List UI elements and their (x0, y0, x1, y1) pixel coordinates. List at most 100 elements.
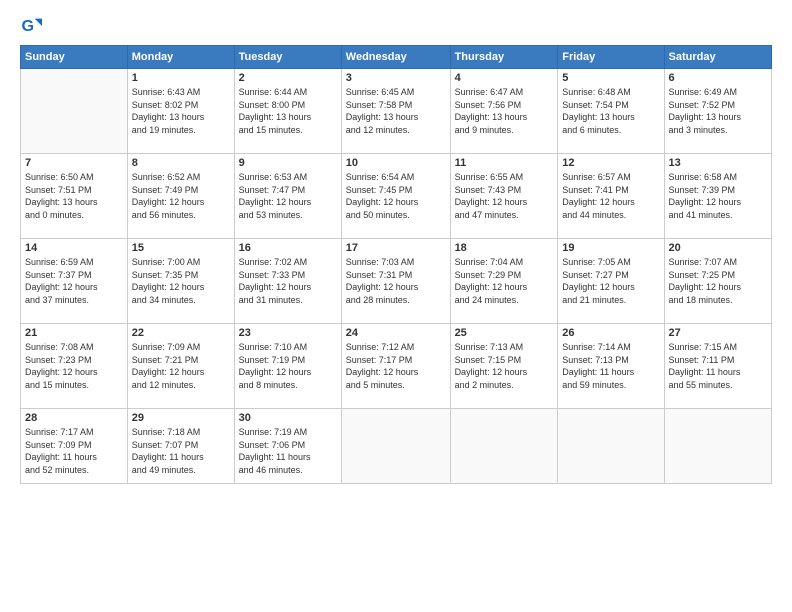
day-number: 3 (346, 72, 446, 84)
col-header-wednesday: Wednesday (341, 46, 450, 69)
day-number: 29 (132, 412, 230, 424)
day-info: Sunrise: 7:15 AM Sunset: 7:11 PM Dayligh… (669, 341, 767, 391)
day-number: 24 (346, 327, 446, 339)
day-cell: 22 Sunrise: 7:09 AM Sunset: 7:21 PM Dayli… (127, 324, 234, 409)
day-number: 6 (669, 72, 767, 84)
day-info: Sunrise: 6:49 AM Sunset: 7:52 PM Dayligh… (669, 86, 767, 136)
day-number: 8 (132, 157, 230, 169)
day-info: Sunrise: 6:52 AM Sunset: 7:49 PM Dayligh… (132, 171, 230, 221)
day-info: Sunrise: 7:13 AM Sunset: 7:15 PM Dayligh… (455, 341, 554, 391)
week-row-3: 14Sunrise: 6:59 AM Sunset: 7:37 PM Dayli… (21, 239, 772, 324)
day-info: Sunrise: 6:44 AM Sunset: 8:00 PM Dayligh… (239, 86, 337, 136)
day-number: 26 (562, 327, 659, 339)
day-number: 14 (25, 242, 123, 254)
week-row-1: 1 Sunrise: 6:43 AM Sunset: 8:02 PM Daylig… (21, 69, 772, 154)
day-number: 9 (239, 157, 337, 169)
day-cell (341, 409, 450, 484)
day-number: 21 (25, 327, 123, 339)
day-info: Sunrise: 6:50 AM Sunset: 7:51 PM Dayligh… (25, 171, 123, 221)
day-number: 17 (346, 242, 446, 254)
week-row-5: 28 Sunrise: 7:17 AM Sunset: 7:09 PM Dayli… (21, 409, 772, 484)
week-row-2: 7 Sunrise: 6:50 AM Sunset: 7:51 PM Daylig… (21, 154, 772, 239)
day-info: Sunrise: 7:17 AM Sunset: 7:09 PM Dayligh… (25, 426, 123, 476)
day-cell: 21 Sunrise: 7:08 AM Sunset: 7:23 PM Dayli… (21, 324, 128, 409)
day-number: 20 (669, 242, 767, 254)
calendar-header-row: SundayMondayTuesdayWednesdayThursdayFrid… (21, 46, 772, 69)
day-cell: 10 Sunrise: 6:54 AM Sunset: 7:45 PM Dayli… (341, 154, 450, 239)
day-cell: 28 Sunrise: 7:17 AM Sunset: 7:09 PM Dayli… (21, 409, 128, 484)
day-info: Sunrise: 6:48 AM Sunset: 7:54 PM Dayligh… (562, 86, 659, 136)
day-info: Sunrise: 6:57 AM Sunset: 7:41 PM Dayligh… (562, 171, 659, 221)
day-cell: 30 Sunrise: 7:19 AM Sunset: 7:06 PM Dayli… (234, 409, 341, 484)
day-info: Sunrise: 6:43 AM Sunset: 8:02 PM Dayligh… (132, 86, 230, 136)
day-number: 22 (132, 327, 230, 339)
day-info: Sunrise: 7:05 AM Sunset: 7:27 PM Dayligh… (562, 256, 659, 306)
day-cell: 3 Sunrise: 6:45 AM Sunset: 7:58 PM Daylig… (341, 69, 450, 154)
day-info: Sunrise: 7:09 AM Sunset: 7:21 PM Dayligh… (132, 341, 230, 391)
week-row-4: 21 Sunrise: 7:08 AM Sunset: 7:23 PM Dayli… (21, 324, 772, 409)
day-cell: 5 Sunrise: 6:48 AM Sunset: 7:54 PM Daylig… (558, 69, 664, 154)
day-info: Sunrise: 6:53 AM Sunset: 7:47 PM Dayligh… (239, 171, 337, 221)
day-number: 15 (132, 242, 230, 254)
calendar-page: G SundayMondayTuesdayWednesdayThursdayFr… (0, 0, 792, 612)
day-info: Sunrise: 7:12 AM Sunset: 7:17 PM Dayligh… (346, 341, 446, 391)
day-number: 25 (455, 327, 554, 339)
col-header-tuesday: Tuesday (234, 46, 341, 69)
day-info: Sunrise: 7:08 AM Sunset: 7:23 PM Dayligh… (25, 341, 123, 391)
day-info: Sunrise: 6:58 AM Sunset: 7:39 PM Dayligh… (669, 171, 767, 221)
logo-icon: G (20, 15, 42, 37)
col-header-sunday: Sunday (21, 46, 128, 69)
day-info: Sunrise: 6:55 AM Sunset: 7:43 PM Dayligh… (455, 171, 554, 221)
day-info: Sunrise: 7:14 AM Sunset: 7:13 PM Dayligh… (562, 341, 659, 391)
day-info: Sunrise: 6:54 AM Sunset: 7:45 PM Dayligh… (346, 171, 446, 221)
day-number: 30 (239, 412, 337, 424)
day-cell: 11Sunrise: 6:55 AM Sunset: 7:43 PM Dayli… (450, 154, 558, 239)
day-number: 13 (669, 157, 767, 169)
day-info: Sunrise: 7:19 AM Sunset: 7:06 PM Dayligh… (239, 426, 337, 476)
day-number: 7 (25, 157, 123, 169)
day-number: 28 (25, 412, 123, 424)
day-cell: 2 Sunrise: 6:44 AM Sunset: 8:00 PM Daylig… (234, 69, 341, 154)
day-number: 19 (562, 242, 659, 254)
day-cell: 1 Sunrise: 6:43 AM Sunset: 8:02 PM Daylig… (127, 69, 234, 154)
day-cell: 29 Sunrise: 7:18 AM Sunset: 7:07 PM Dayli… (127, 409, 234, 484)
col-header-thursday: Thursday (450, 46, 558, 69)
col-header-friday: Friday (558, 46, 664, 69)
svg-text:G: G (21, 17, 34, 35)
day-cell: 7 Sunrise: 6:50 AM Sunset: 7:51 PM Daylig… (21, 154, 128, 239)
day-cell: 17 Sunrise: 7:03 AM Sunset: 7:31 PM Dayli… (341, 239, 450, 324)
day-cell (664, 409, 771, 484)
day-cell: 16Sunrise: 7:02 AM Sunset: 7:33 PM Dayli… (234, 239, 341, 324)
col-header-monday: Monday (127, 46, 234, 69)
day-cell: 25 Sunrise: 7:13 AM Sunset: 7:15 PM Dayli… (450, 324, 558, 409)
day-info: Sunrise: 6:45 AM Sunset: 7:58 PM Dayligh… (346, 86, 446, 136)
header: G (20, 15, 772, 37)
day-cell (558, 409, 664, 484)
day-info: Sunrise: 7:10 AM Sunset: 7:19 PM Dayligh… (239, 341, 337, 391)
day-number: 5 (562, 72, 659, 84)
day-cell: 26 Sunrise: 7:14 AM Sunset: 7:13 PM Dayli… (558, 324, 664, 409)
day-cell: 24 Sunrise: 7:12 AM Sunset: 7:17 PM Dayli… (341, 324, 450, 409)
day-cell: 14Sunrise: 6:59 AM Sunset: 7:37 PM Dayli… (21, 239, 128, 324)
day-cell: 8 Sunrise: 6:52 AM Sunset: 7:49 PM Daylig… (127, 154, 234, 239)
day-info: Sunrise: 7:07 AM Sunset: 7:25 PM Dayligh… (669, 256, 767, 306)
day-number: 23 (239, 327, 337, 339)
day-info: Sunrise: 7:00 AM Sunset: 7:35 PM Dayligh… (132, 256, 230, 306)
day-cell: 20 Sunrise: 7:07 AM Sunset: 7:25 PM Dayli… (664, 239, 771, 324)
day-number: 10 (346, 157, 446, 169)
day-cell: 6 Sunrise: 6:49 AM Sunset: 7:52 PM Daylig… (664, 69, 771, 154)
day-cell (21, 69, 128, 154)
col-header-saturday: Saturday (664, 46, 771, 69)
day-cell: 4Sunrise: 6:47 AM Sunset: 7:56 PM Daylig… (450, 69, 558, 154)
day-info: Sunrise: 7:03 AM Sunset: 7:31 PM Dayligh… (346, 256, 446, 306)
day-cell: 12Sunrise: 6:57 AM Sunset: 7:41 PM Dayli… (558, 154, 664, 239)
day-cell: 15 Sunrise: 7:00 AM Sunset: 7:35 PM Dayli… (127, 239, 234, 324)
day-number: 2 (239, 72, 337, 84)
day-info: Sunrise: 7:18 AM Sunset: 7:07 PM Dayligh… (132, 426, 230, 476)
day-cell: 9 Sunrise: 6:53 AM Sunset: 7:47 PM Daylig… (234, 154, 341, 239)
logo: G (20, 15, 46, 37)
day-number: 16 (239, 242, 337, 254)
day-number: 1 (132, 72, 230, 84)
day-cell: 13 Sunrise: 6:58 AM Sunset: 7:39 PM Dayli… (664, 154, 771, 239)
day-cell: 27Sunrise: 7:15 AM Sunset: 7:11 PM Dayli… (664, 324, 771, 409)
